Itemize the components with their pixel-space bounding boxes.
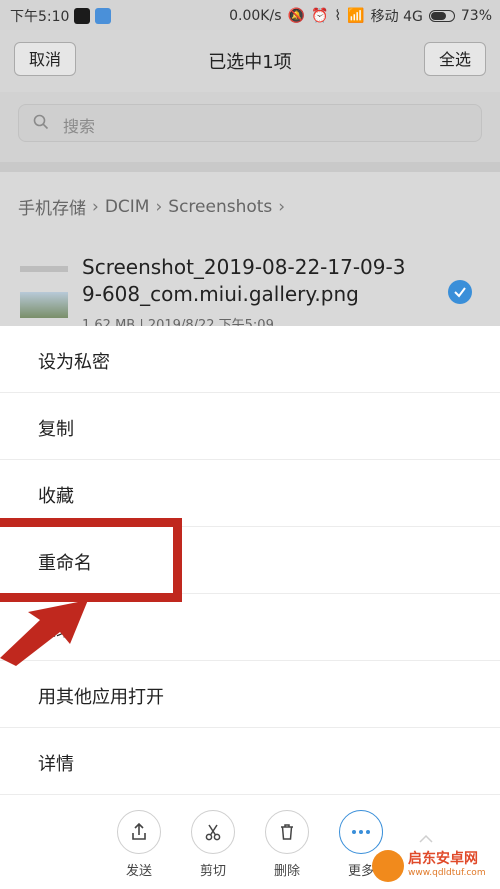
- breadcrumb-item[interactable]: 手机存储: [18, 194, 86, 219]
- thumbnail-strip: [20, 266, 68, 272]
- search-placeholder: 搜索: [63, 117, 96, 136]
- select-all-button[interactable]: 全选: [423, 42, 486, 76]
- search-icon: [33, 114, 49, 130]
- watermark-logo-icon: [372, 850, 404, 882]
- watermark-name: 启东安卓网: [408, 851, 478, 867]
- breadcrumb: 手机存储 › DCIM › Screenshots ›: [18, 194, 286, 220]
- carrier-label: 移动 4G: [370, 9, 423, 25]
- file-list-item[interactable]: Screenshot_2019-08-22-17-09-3 9-608_com.…: [0, 240, 500, 333]
- menu-item-private[interactable]: 设为私密: [0, 326, 500, 393]
- chevron-right-icon: ›: [278, 196, 286, 217]
- battery-icon: [428, 10, 455, 22]
- selection-toolbar: 取消 已选中1项 全选: [0, 30, 500, 92]
- status-bar: 下午5:10 0.00K/s 🔕 ⏰ ⌇ 📶 移动 4G 73%: [0, 0, 500, 30]
- status-time: 下午5:10: [10, 9, 70, 25]
- signal-icon: 📶: [347, 8, 365, 24]
- breadcrumb-item[interactable]: Screenshots: [168, 197, 272, 217]
- chevron-right-icon: ›: [92, 196, 99, 217]
- divider: [0, 162, 500, 172]
- menu-item-favorite[interactable]: 收藏: [0, 460, 500, 527]
- chevron-up-icon[interactable]: [418, 832, 434, 844]
- watermark-url: www.qdldtuf.com: [408, 868, 486, 878]
- battery-percent: 73%: [460, 8, 492, 24]
- selected-check-icon[interactable]: [448, 280, 472, 304]
- site-watermark: 启东安卓网 www.qdldtuf.com: [372, 846, 500, 886]
- file-name: Screenshot_2019-08-22-17-09-3 9-608_com.…: [82, 255, 406, 306]
- silent-icon: 🔕: [287, 8, 305, 24]
- chevron-right-icon: ›: [155, 196, 163, 217]
- qq-icon: [74, 8, 91, 24]
- search-input[interactable]: 搜索: [18, 104, 482, 142]
- app-notification-icon: [95, 8, 112, 24]
- menu-item-open-with[interactable]: 用其他应用打开: [0, 661, 500, 728]
- file-thumbnail: [20, 292, 68, 318]
- menu-item-details[interactable]: 详情: [0, 728, 500, 795]
- trash-icon: [281, 824, 293, 840]
- vibrate-icon: ⌇: [334, 8, 342, 24]
- send-button[interactable]: 发送: [114, 810, 164, 879]
- breadcrumb-item[interactable]: DCIM: [105, 197, 150, 217]
- annotation-arrow-icon: [0, 600, 88, 666]
- share-icon: [132, 822, 146, 840]
- search-area: 搜索: [0, 92, 500, 162]
- delete-button[interactable]: 删除: [262, 810, 312, 879]
- cut-button[interactable]: 剪切: [188, 810, 238, 879]
- network-speed: 0.00K/s: [229, 8, 282, 24]
- alarm-icon: ⏰: [310, 8, 329, 24]
- menu-item-copy[interactable]: 复制: [0, 393, 500, 460]
- more-dots-icon: [352, 830, 370, 834]
- scissors-icon: [205, 824, 221, 841]
